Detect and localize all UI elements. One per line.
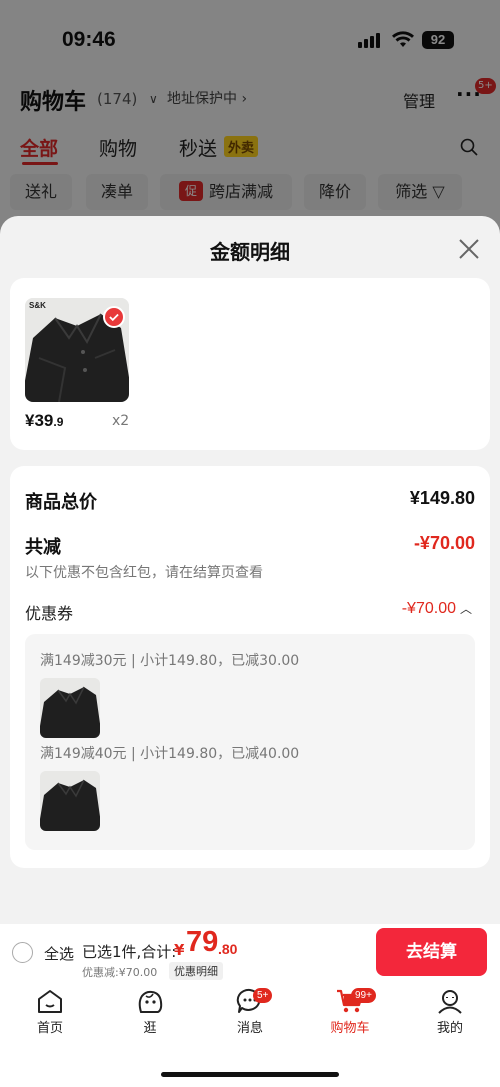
product-price-main: ¥39 bbox=[25, 411, 54, 430]
product-price: ¥39.9 bbox=[25, 411, 63, 431]
tab-browse[interactable]: 逛 bbox=[120, 988, 180, 1036]
select-all-label[interactable]: 全选 bbox=[44, 943, 74, 964]
brand-logo: S&K bbox=[29, 301, 46, 310]
tab-me-label: 我的 bbox=[436, 1021, 463, 1036]
tab-cart[interactable]: 购物车 99+ bbox=[320, 988, 380, 1036]
total-amount-int: 79 bbox=[186, 926, 219, 958]
tab-messages[interactable]: 消息 5+ bbox=[220, 988, 280, 1036]
tab-cart-label: 购物车 bbox=[330, 1021, 370, 1036]
checkout-bar: 全选 已选1件,合计: ¥ 79 .80 优惠减:¥70.00 优惠明细 去结算 bbox=[0, 924, 500, 982]
product-card: S&K ¥39.9 x2 bbox=[10, 278, 490, 450]
home-indicator[interactable] bbox=[161, 1072, 339, 1077]
tab-home-label: 首页 bbox=[36, 1021, 63, 1036]
price-detail-card: 商品总价 ¥149.80 共减 -¥70.00 以下优惠不包含红包，请在结算页查… bbox=[10, 466, 490, 868]
total-currency: ¥ bbox=[174, 941, 185, 959]
coupon-product-image bbox=[40, 771, 100, 831]
sheet-title: 金额明细 bbox=[210, 240, 290, 264]
coupon-toggle[interactable]: -¥70.00 ︿ bbox=[402, 600, 472, 618]
amount-detail-sheet: 金额明细 S&K ¥39.9 x2 商品总价 ¥149.80 共减 -¥70.0… bbox=[0, 216, 500, 924]
cart-badge: 99+ bbox=[351, 988, 376, 1003]
discount-summary: 优惠减:¥70.00 bbox=[82, 966, 158, 979]
tab-messages-label: 消息 bbox=[236, 1021, 263, 1036]
coupon-line: 满149减40元 | 小计149.80，已减40.00 bbox=[40, 746, 300, 762]
total-price-label: 商品总价 bbox=[25, 492, 97, 513]
tab-browse-label: 逛 bbox=[143, 1021, 157, 1036]
coupon-line: 满149减30元 | 小计149.80，已减30.00 bbox=[40, 653, 300, 669]
coupon-value: -¥70.00 bbox=[401, 600, 456, 617]
discount-detail-link[interactable]: 优惠明细 bbox=[169, 962, 223, 980]
total-amount-dec: .80 bbox=[218, 941, 238, 957]
coupon-details: 满149减30元 | 小计149.80，已减30.00 满149减40元 | 小… bbox=[25, 634, 475, 850]
checkout-button[interactable]: 去结算 bbox=[376, 928, 487, 976]
close-icon[interactable] bbox=[456, 236, 482, 262]
total-price-value: ¥149.80 bbox=[409, 488, 475, 508]
product-quantity: x2 bbox=[112, 413, 130, 429]
discount-note: 以下优惠不包含红包，请在结算页查看 bbox=[25, 565, 263, 581]
selected-summary: 已选1件,合计: bbox=[82, 943, 177, 961]
chevron-up-icon: ︿ bbox=[459, 602, 472, 616]
coupon-product-image bbox=[40, 678, 100, 738]
tab-me[interactable]: 我的 bbox=[420, 988, 480, 1036]
person-icon bbox=[438, 990, 462, 1014]
face-icon bbox=[138, 990, 163, 1013]
tab-home[interactable]: 首页 bbox=[20, 988, 80, 1036]
total-reduce-value: -¥70.00 bbox=[413, 533, 475, 553]
select-all-radio[interactable] bbox=[12, 942, 33, 963]
coupon-label: 优惠券 bbox=[25, 604, 74, 623]
messages-badge: 5+ bbox=[253, 988, 273, 1003]
product-price-decimal: .9 bbox=[53, 415, 64, 429]
check-icon[interactable] bbox=[103, 306, 125, 328]
product-image[interactable]: S&K bbox=[25, 298, 129, 402]
total-reduce-label: 共减 bbox=[25, 537, 61, 558]
home-icon bbox=[38, 990, 62, 1013]
